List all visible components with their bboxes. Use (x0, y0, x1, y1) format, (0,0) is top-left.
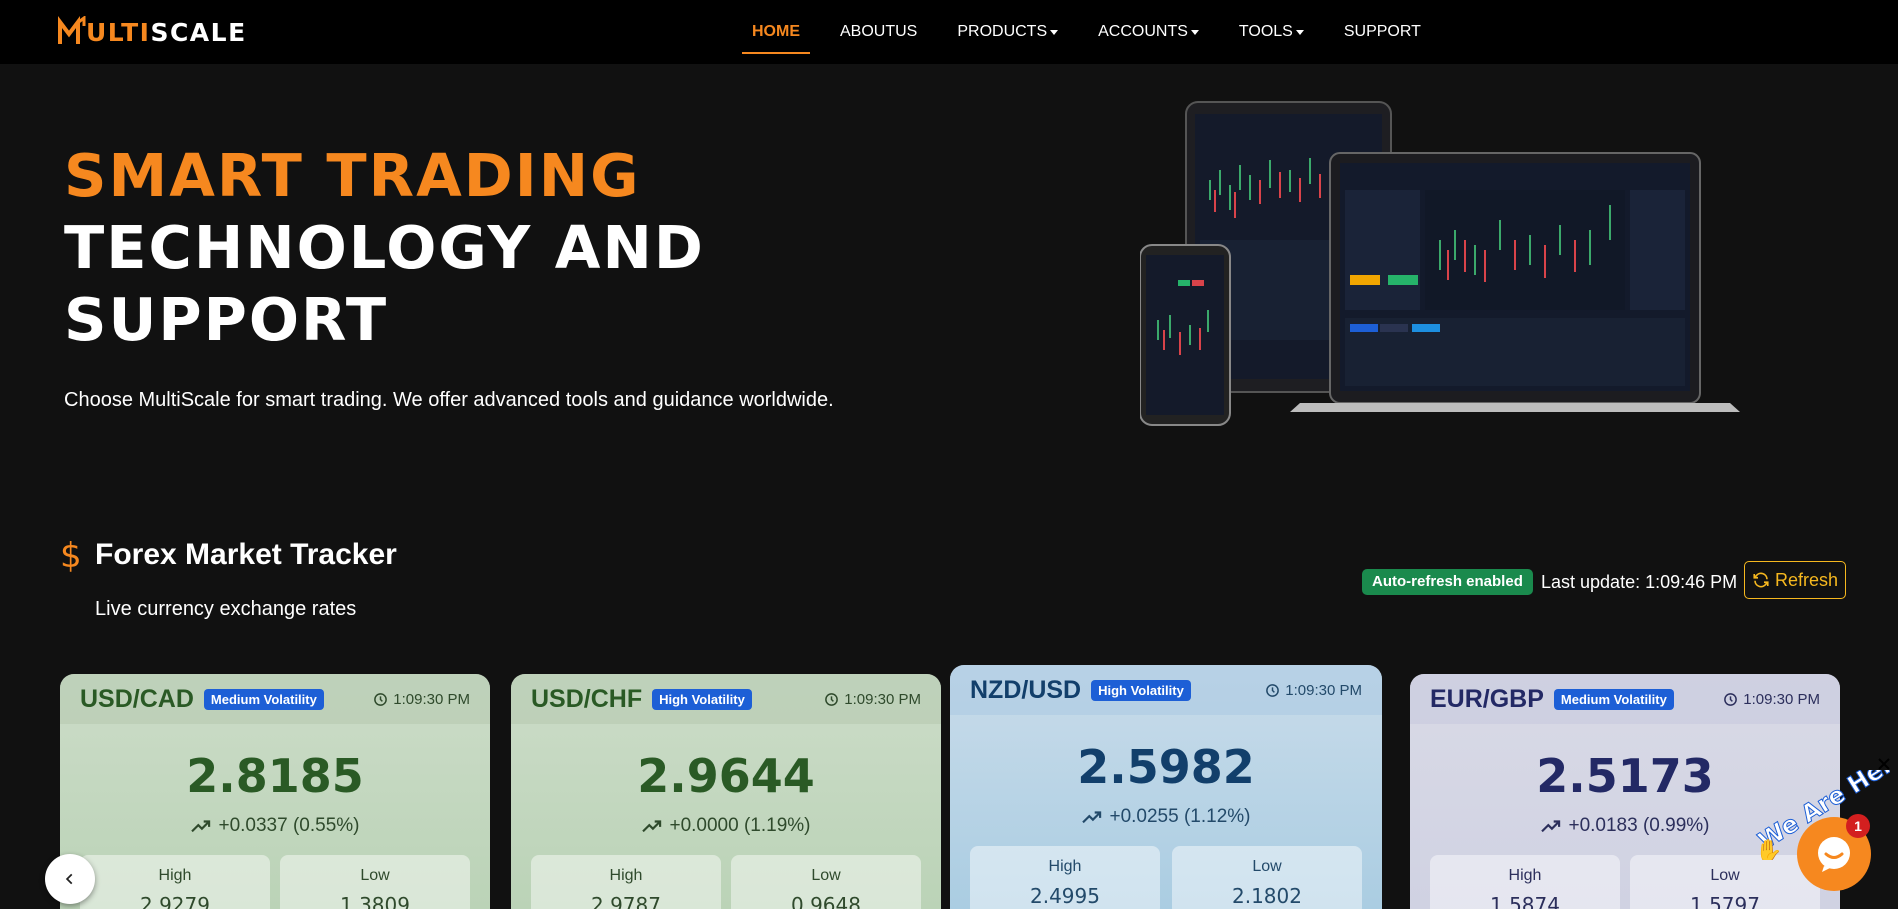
high-stat: High 2.9279 (80, 855, 270, 909)
high-stat: High 1.5874 (1430, 855, 1620, 909)
currency-card-nzdusd[interactable]: NZD/USD High Volatility 1:09:30 PM 2.598… (950, 665, 1382, 909)
clock-icon (1266, 684, 1280, 697)
price-change: +0.0337 (0.55%) (60, 815, 490, 837)
hero-title-line1: SMART TRADING (64, 141, 641, 210)
currency-pair: USD/CAD (80, 684, 194, 713)
card-header: NZD/USD High Volatility 1:09:30 PM (950, 665, 1382, 715)
last-update-text: Last update: 1:09:46 PM (1541, 572, 1738, 592)
tracker-title: Forex Market Tracker (95, 538, 397, 571)
refresh-label: Refresh (1774, 569, 1839, 590)
price-value: 2.5982 (1077, 740, 1255, 794)
trending-up-icon (1082, 811, 1102, 824)
volatility-badge: Medium Volatility (1553, 688, 1674, 710)
nav-products[interactable]: PRODUCTS (947, 0, 1068, 64)
card-stats: High 2.4995 Low 2.1802 (950, 846, 1382, 909)
navbar: ULTISCALE HOME ABOUTUS PRODUCTS ACCOUNTS… (0, 0, 1898, 64)
currency-card-usdchf[interactable]: USD/CHF High Volatility 1:09:30 PM 2.964… (511, 674, 941, 909)
price-value: 2.9644 (637, 749, 815, 803)
card-time: 1:09:30 PM (373, 691, 470, 708)
trending-up-icon (642, 820, 662, 833)
card-stats: High 2.9787 Low 0.9648 (511, 855, 941, 909)
svg-text:✋: ✋ (1755, 838, 1782, 860)
nav-aboutus[interactable]: ABOUTUS (830, 0, 927, 64)
card-header: EUR/GBP Medium Volatility 1:09:30 PM (1410, 674, 1840, 724)
low-stat: Low 1.5797 (1630, 855, 1820, 909)
trending-up-icon (191, 820, 211, 833)
price-value: 2.8185 (186, 749, 364, 803)
chat-bubble-icon (1818, 837, 1850, 872)
low-stat: Low 0.9648 (731, 855, 921, 909)
chat-notification-badge: 1 (1846, 814, 1870, 838)
dollar-icon: $ (60, 536, 82, 576)
currency-card-usdcad[interactable]: USD/CAD Medium Volatility 1:09:30 PM 2.8… (60, 674, 490, 909)
clock-icon (825, 693, 839, 706)
caret-down-icon (1190, 29, 1199, 35)
nav-tools[interactable]: TOOLS (1229, 0, 1314, 64)
card-time: 1:09:30 PM (1265, 682, 1362, 699)
clock-icon (1724, 693, 1738, 706)
card-time: 1:09:30 PM (824, 691, 921, 708)
low-stat: Low 2.1802 (1172, 846, 1362, 909)
auto-refresh-badge: Auto-refresh enabled (1362, 569, 1533, 595)
nav-accounts[interactable]: ACCOUNTS (1088, 0, 1209, 64)
high-stat: High 2.9787 (531, 855, 721, 909)
chevron-left-icon (65, 873, 73, 885)
volatility-badge: Medium Volatility (203, 688, 324, 710)
high-stat: High 2.4995 (970, 846, 1160, 909)
currency-pair: EUR/GBP (1430, 684, 1544, 713)
card-header: USD/CAD Medium Volatility 1:09:30 PM (60, 674, 490, 724)
low-stat: Low 1.3809 (280, 855, 470, 909)
nav-links: HOME ABOUTUS PRODUCTS ACCOUNTS TOOLS SUP… (742, 0, 1451, 64)
price-change: +0.0255 (1.12%) (950, 806, 1382, 828)
hero-subtitle: Choose MultiScale for smart trading. We … (64, 389, 834, 411)
currency-pair: NZD/USD (970, 675, 1082, 704)
nav-support[interactable]: SUPPORT (1334, 0, 1431, 64)
hero-title-line2: TECHNOLOGY AND (64, 213, 705, 282)
currency-pair: USD/CHF (531, 684, 643, 713)
caret-down-icon (1050, 29, 1059, 35)
carousel-prev-button[interactable] (45, 854, 95, 904)
logo[interactable]: ULTISCALE (58, 14, 247, 50)
hero-title: SMART TRADING TECHNOLOGY AND SUPPORT (64, 140, 705, 356)
volatility-badge: High Volatility (652, 688, 752, 710)
refresh-icon (1753, 572, 1769, 588)
trending-up-icon (1541, 820, 1561, 833)
card-stats: High 1.5874 Low 1.5797 (1410, 855, 1840, 909)
tracker-subtitle: Live currency exchange rates (95, 598, 357, 620)
card-time: 1:09:30 PM (1723, 691, 1820, 708)
clock-icon (374, 693, 388, 706)
price-change: +0.0000 (1.19%) (511, 815, 941, 837)
card-header: USD/CHF High Volatility 1:09:30 PM (511, 674, 941, 724)
refresh-button[interactable]: Refresh (1744, 561, 1846, 599)
card-stats: High 2.9279 Low 1.3809 (60, 855, 490, 909)
volatility-badge: High Volatility (1091, 679, 1191, 701)
logo-text: ULTISCALE (86, 17, 247, 47)
nav-home[interactable]: HOME (742, 0, 810, 64)
hero-title-line3: SUPPORT (64, 285, 389, 354)
caret-down-icon (1295, 29, 1304, 35)
trading-devices-illustration (1140, 101, 1740, 426)
